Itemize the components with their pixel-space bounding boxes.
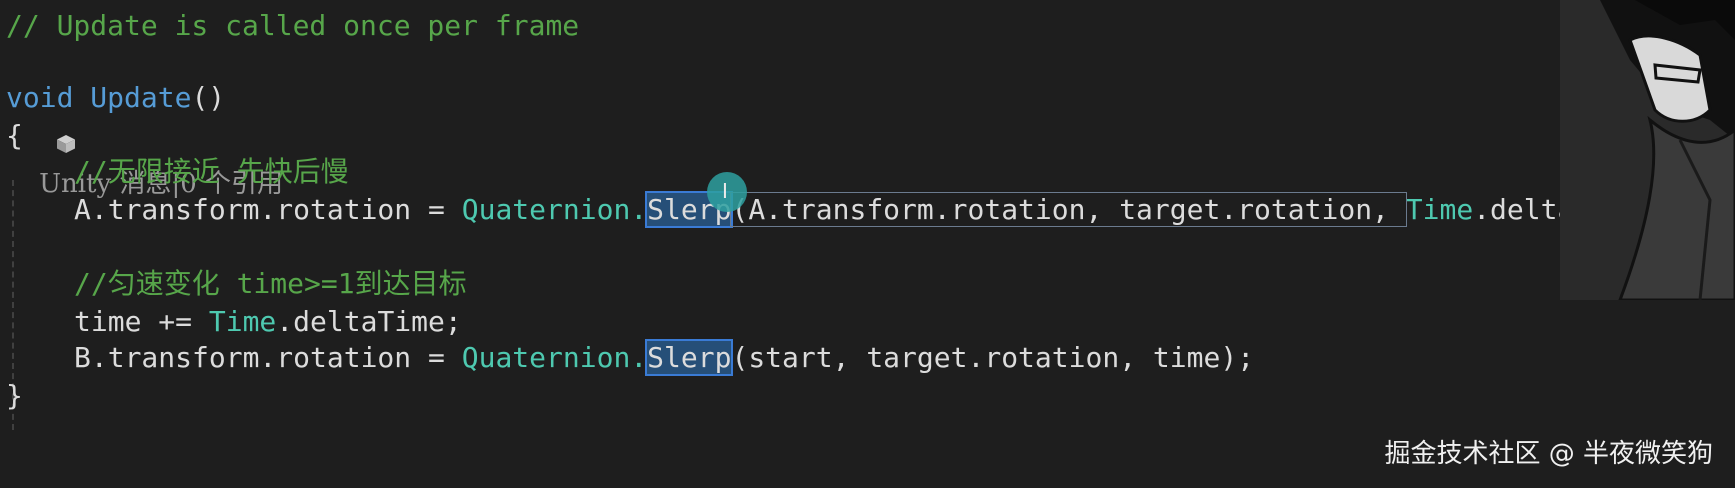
line-a-lhs: A.transform.rotation = [74,193,462,226]
quaternion-type: Quaternion [461,193,631,226]
line-b-lhs: B.transform.rotation = [74,341,462,374]
code-editor[interactable]: // Update is called once per frame Unity… [0,0,1735,488]
manga-character-illustration [1560,0,1735,300]
quaternion-type-2: Quaternion [461,341,631,374]
time-type-2: Time [208,305,277,338]
brace-open: { [6,119,23,152]
method-name-update: Update [90,81,192,114]
text-cursor-icon: I [722,179,728,203]
time-type: Time [1405,193,1474,226]
method-signature: void Update() [6,78,225,118]
line-b-args: (start, target.rotation, time); [731,341,1255,374]
slerp-highlight-2[interactable]: Slerp [645,339,734,376]
keyword-void: void [6,81,74,114]
member-dot-2: . [630,341,648,374]
signature-parens: () [191,81,226,114]
code-line-a-rotation: A.transform.rotation = Quaternion.Slerp(… [6,190,1676,230]
time-lhs: time += [74,305,209,338]
member-dot: . [630,193,648,226]
comment-linear: //匀速变化 time>=1到达目标 [74,267,467,300]
time-rhs: .deltaTime; [276,305,462,338]
code-line-time: time += Time.deltaTime; [6,302,462,342]
line-a-args: (A.transform.rotation, target.rotation, [730,192,1407,227]
brace-close: } [6,379,23,412]
comment-update: // Update is called once per frame [6,9,580,42]
watermark: 掘金技术社区 @ 半夜微笑狗 [1384,439,1713,469]
comment-slerp-fast-slow: //无限接近 先快后慢 [74,155,349,188]
code-line-b-rotation: B.transform.rotation = Quaternion.Slerp(… [6,338,1254,378]
